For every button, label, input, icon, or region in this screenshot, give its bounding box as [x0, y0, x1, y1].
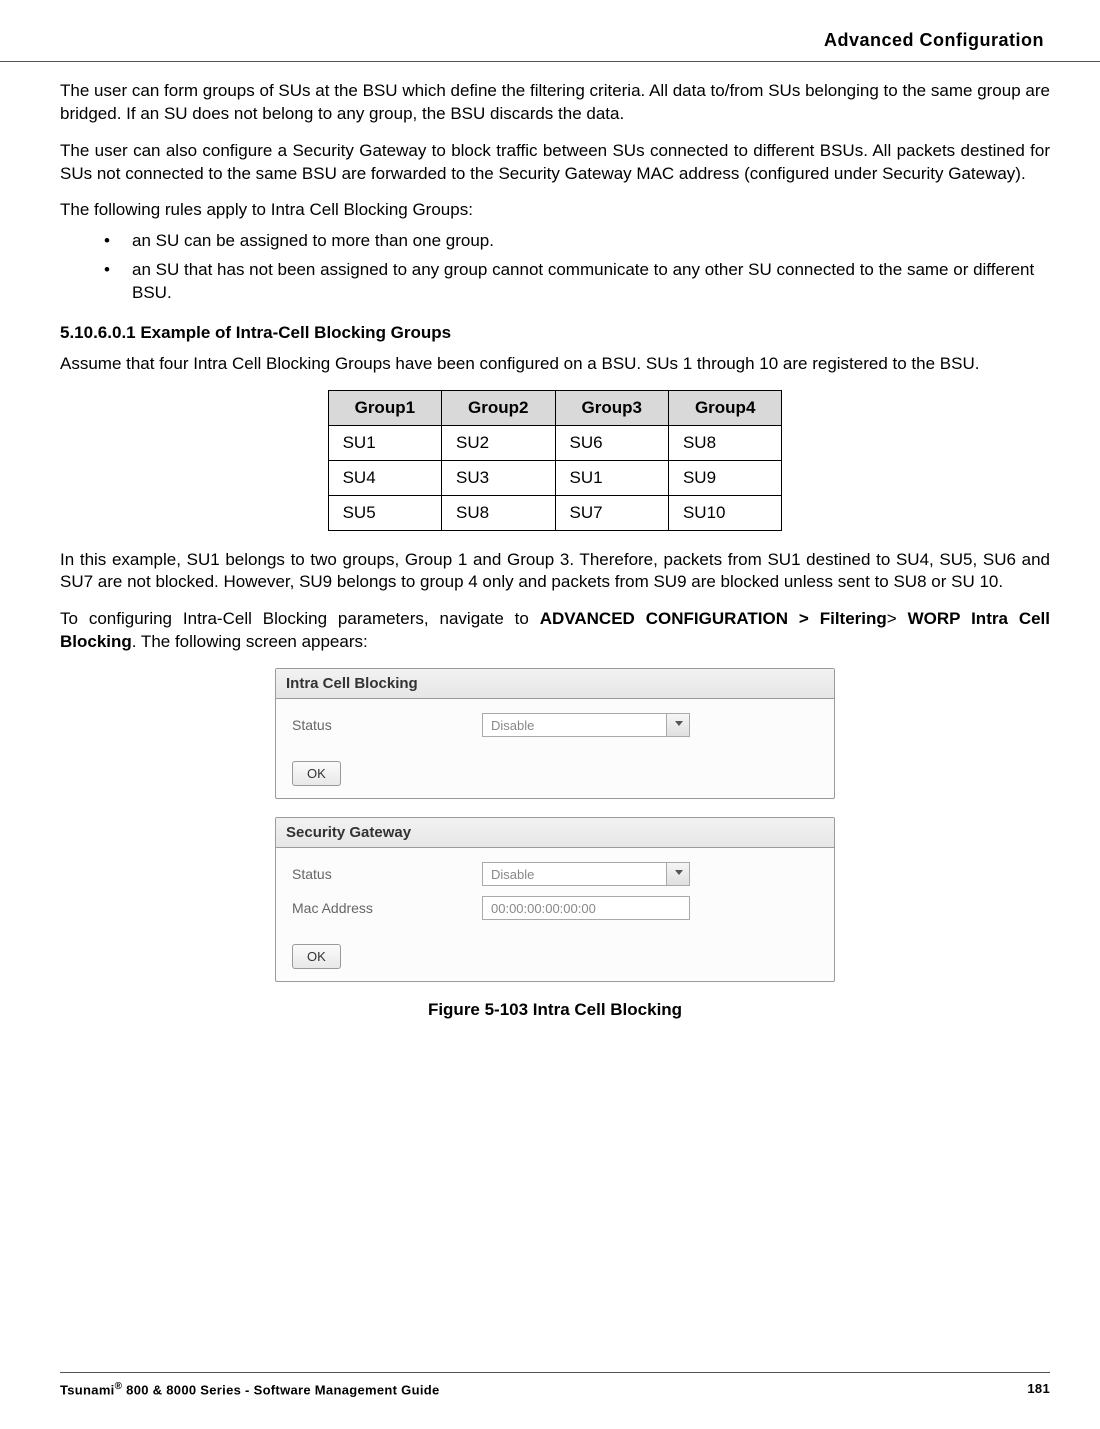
paragraph-3: The following rules apply to Intra Cell … [60, 200, 1050, 220]
screenshot-area: Intra Cell Blocking Status Disable OK Se… [275, 668, 835, 982]
paragraph-5: In this example, SU1 belongs to two grou… [60, 549, 1050, 595]
mac-address-value: 00:00:00:00:00:00 [491, 901, 596, 916]
status-row: Status Disable [292, 713, 818, 737]
rule-item: an SU can be assigned to more than one g… [132, 230, 1050, 253]
mac-label: Mac Address [292, 900, 482, 916]
table-header: Group1 [328, 390, 441, 425]
security-gateway-panel: Security Gateway Status Disable Mac Addr… [275, 817, 835, 982]
para6-post: . The following screen appears: [132, 632, 368, 651]
panel-title: Security Gateway [276, 818, 834, 848]
rule-item: an SU that has not been assigned to any … [132, 259, 1050, 305]
chevron-down-icon [675, 721, 683, 726]
ok-button[interactable]: OK [292, 761, 341, 786]
section-subhead: 5.10.6.0.1 Example of Intra-Cell Blockin… [60, 323, 1050, 343]
table-cell: SU6 [555, 425, 668, 460]
table-cell: SU8 [442, 495, 555, 530]
page-footer: Tsunami® 800 & 8000 Series - Software Ma… [60, 1372, 1050, 1397]
mac-row: Mac Address 00:00:00:00:00:00 [292, 896, 818, 920]
footer-product-pre: Tsunami [60, 1382, 115, 1397]
page-header-title: Advanced Configuration [60, 30, 1050, 51]
chevron-down-icon [675, 870, 683, 875]
table-cell: SU1 [555, 460, 668, 495]
nav-path-1: ADVANCED CONFIGURATION > Filtering [540, 609, 887, 628]
intra-cell-blocking-panel: Intra Cell Blocking Status Disable OK [275, 668, 835, 799]
footer-product-post: 800 & 8000 Series - Software Management … [122, 1382, 439, 1397]
status-select-value: Disable [491, 867, 534, 882]
ok-button[interactable]: OK [292, 944, 341, 969]
table-cell: SU1 [328, 425, 441, 460]
table-cell: SU2 [442, 425, 555, 460]
footer-left: Tsunami® 800 & 8000 Series - Software Ma… [60, 1381, 440, 1397]
table-cell: SU9 [668, 460, 781, 495]
table-header: Group4 [668, 390, 781, 425]
status-label: Status [292, 866, 482, 882]
table-cell: SU7 [555, 495, 668, 530]
figure-caption: Figure 5-103 Intra Cell Blocking [60, 1000, 1050, 1020]
header-rule [0, 61, 1100, 62]
paragraph-2: The user can also configure a Security G… [60, 140, 1050, 186]
table-cell: SU3 [442, 460, 555, 495]
table-row: SU4 SU3 SU1 SU9 [328, 460, 782, 495]
rules-list: an SU can be assigned to more than one g… [60, 230, 1050, 305]
status-select[interactable]: Disable [482, 713, 690, 737]
table-row: SU5 SU8 SU7 SU10 [328, 495, 782, 530]
para6-pre: To configuring Intra-Cell Blocking param… [60, 609, 540, 628]
panel-title: Intra Cell Blocking [276, 669, 834, 699]
paragraph-6: To configuring Intra-Cell Blocking param… [60, 608, 1050, 654]
status-select[interactable]: Disable [482, 862, 690, 886]
table-row: SU1 SU2 SU6 SU8 [328, 425, 782, 460]
footer-page-number: 181 [1027, 1381, 1050, 1397]
paragraph-1: The user can form groups of SUs at the B… [60, 80, 1050, 126]
group-table: Group1 Group2 Group3 Group4 SU1 SU2 SU6 … [328, 390, 783, 531]
table-cell: SU8 [668, 425, 781, 460]
mac-address-input[interactable]: 00:00:00:00:00:00 [482, 896, 690, 920]
status-row: Status Disable [292, 862, 818, 886]
footer-rule [60, 1372, 1050, 1373]
table-header: Group3 [555, 390, 668, 425]
table-cell: SU4 [328, 460, 441, 495]
status-select-value: Disable [491, 718, 534, 733]
status-label: Status [292, 717, 482, 733]
para6-mid: > [887, 609, 908, 628]
paragraph-4: Assume that four Intra Cell Blocking Gro… [60, 353, 1050, 376]
table-header: Group2 [442, 390, 555, 425]
table-cell: SU10 [668, 495, 781, 530]
table-cell: SU5 [328, 495, 441, 530]
